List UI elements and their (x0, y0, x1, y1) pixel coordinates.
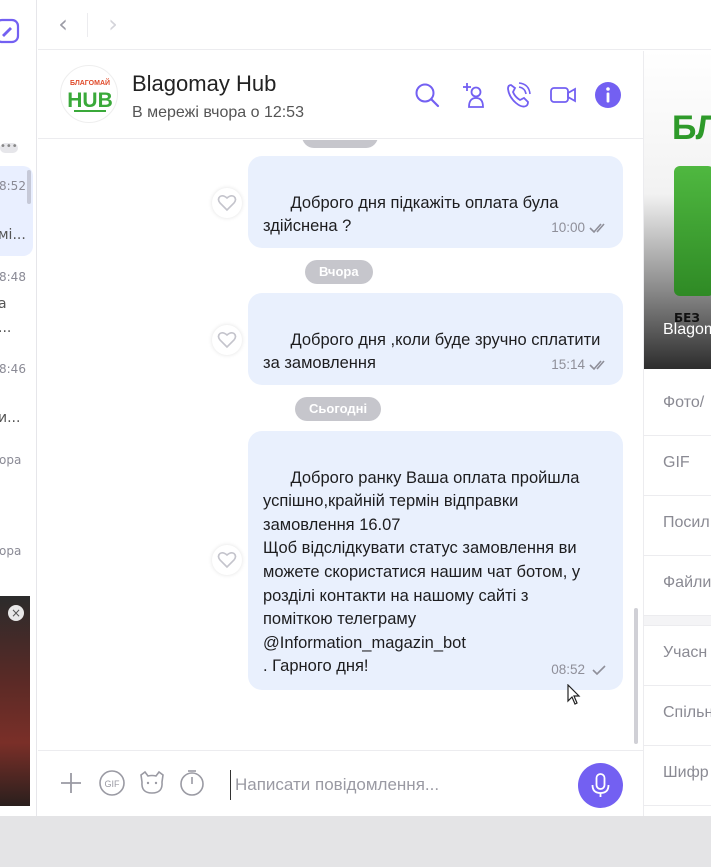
info-section-encryption[interactable]: Шифр (644, 746, 711, 806)
info-section-divider (644, 616, 711, 626)
avatar[interactable]: БЛАГОМАЙ HUB (60, 65, 118, 123)
chat-list-panel: ••• 8:52 мі... 8:48 а ... 8:46 и... ора … (0, 0, 37, 816)
info-section-shared[interactable]: Спільн (644, 686, 711, 746)
message-time: 10:00 (551, 220, 585, 236)
viber-window: ••• 8:52 мі... 8:48 а ... 8:46 и... ора … (0, 0, 711, 816)
blagomay-logo: БЛАГОМАЙ HUB (67, 78, 113, 112)
date-divider-partial (302, 140, 378, 148)
message-bubble[interactable]: Доброго ранку Ваша оплата пройшла успішн… (248, 431, 623, 690)
chat-status: В мережі вчора о 12:53 (132, 104, 304, 121)
info-section-label: Спільн (663, 704, 711, 721)
chat-list-scrollbar[interactable] (27, 170, 31, 204)
chat-title[interactable]: Blagomay Hub (132, 71, 276, 97)
info-icon[interactable] (594, 81, 622, 109)
back-button[interactable]: ‹ (50, 12, 76, 38)
add-participant-icon[interactable] (459, 81, 487, 109)
message-meta: 10:00 (551, 216, 609, 240)
chat-list-snippet: ... (0, 320, 12, 336)
voice-message-button[interactable] (578, 763, 623, 808)
message-text: Доброго дня підкажіть оплата була здійсн… (263, 193, 559, 236)
chat-list-time: ора (0, 453, 22, 467)
info-section-label: GIF (663, 454, 690, 471)
microphone-icon (591, 773, 610, 797)
more-dots[interactable]: ••• (0, 142, 18, 153)
call-icon[interactable] (504, 81, 532, 109)
message-meta: 15:14 (551, 353, 609, 377)
compose-icon[interactable] (0, 18, 20, 44)
message-bubble[interactable]: Доброго дня ,коли буде зручно сплатити з… (248, 293, 623, 385)
search-icon[interactable] (413, 81, 441, 109)
message-time: 08:52 (551, 662, 585, 678)
svg-text:HUB: HUB (67, 89, 113, 112)
like-button[interactable] (212, 188, 242, 218)
info-section-members[interactable]: Учасн (644, 626, 711, 686)
message-composer: GIF Написати повідомлення... (38, 750, 643, 816)
info-section-gif[interactable]: GIF (644, 436, 711, 496)
cover-logo-text: БЛ (672, 109, 711, 147)
chat-header: БЛАГОМАЙ HUB Blagomay Hub В мережі вчора… (38, 51, 643, 139)
heart-icon (217, 194, 237, 212)
chat-info-panel: БЛ БЕЗ Blagom Фото/ GIF Посил Файли Учас… (643, 51, 711, 816)
heart-icon (217, 331, 237, 349)
chat-list-time: 8:52 (0, 179, 26, 193)
chat-list-snippet: и... (0, 410, 21, 426)
svg-text:GIF: GIF (105, 779, 121, 789)
chat-cover-image[interactable]: БЛ БЕЗ Blagom (644, 51, 711, 369)
info-section-photos[interactable]: Фото/ (644, 376, 711, 436)
message-time: 15:14 (551, 357, 585, 373)
sticker-icon[interactable] (137, 768, 167, 798)
forward-button[interactable]: › (100, 12, 126, 38)
cover-logo-shape (674, 166, 711, 296)
info-section-files[interactable]: Файли (644, 556, 711, 616)
message-list[interactable]: Доброго дня підкажіть оплата була здійсн… (38, 140, 643, 750)
info-section-label: Шифр (663, 764, 709, 781)
like-button[interactable] (212, 325, 242, 355)
like-button[interactable] (212, 545, 242, 575)
double-check-icon (589, 223, 605, 234)
info-section-label: Фото/ (663, 394, 705, 411)
double-check-icon (589, 360, 605, 371)
chat-list-time: 8:48 (0, 270, 26, 284)
info-section-label: Посил (663, 514, 710, 531)
chat-list-time: ора (0, 544, 22, 558)
message-text: Доброго ранку Ваша оплата пройшла успішн… (263, 468, 581, 676)
plus-icon[interactable] (56, 768, 86, 798)
message-scrollbar[interactable] (634, 608, 638, 744)
chat-list-snippet: мі... (0, 227, 26, 243)
top-nav-bar: ‹ › (38, 0, 711, 50)
date-divider: Вчора (305, 260, 373, 284)
message-bubble[interactable]: Доброго дня підкажіть оплата була здійсн… (248, 156, 623, 248)
mouse-cursor-icon (567, 684, 581, 705)
message-meta: 08:52 (551, 658, 609, 682)
close-ad-icon[interactable]: × (8, 605, 24, 621)
heart-icon (217, 551, 237, 569)
chat-list-snippet: а (0, 296, 7, 312)
chat-list-time: 8:46 (0, 362, 26, 376)
ad-thumbnail[interactable] (0, 596, 30, 806)
nav-divider (87, 13, 88, 37)
timer-icon[interactable] (177, 768, 207, 798)
video-call-icon[interactable] (549, 81, 577, 109)
message-text: Доброго дня ,коли буде зручно сплатити з… (263, 330, 601, 373)
message-input[interactable]: Написати повідомлення... (230, 770, 570, 800)
info-section-links[interactable]: Посил (644, 496, 711, 556)
cover-caption: Blagom (663, 321, 711, 338)
gif-icon[interactable]: GIF (97, 768, 127, 798)
date-divider: Сьогодні (295, 397, 382, 421)
info-section-label: Файли (663, 574, 711, 591)
check-icon (592, 665, 606, 676)
info-section-label: Учасн (663, 644, 708, 661)
svg-text:БЛАГОМАЙ: БЛАГОМАЙ (70, 78, 110, 87)
